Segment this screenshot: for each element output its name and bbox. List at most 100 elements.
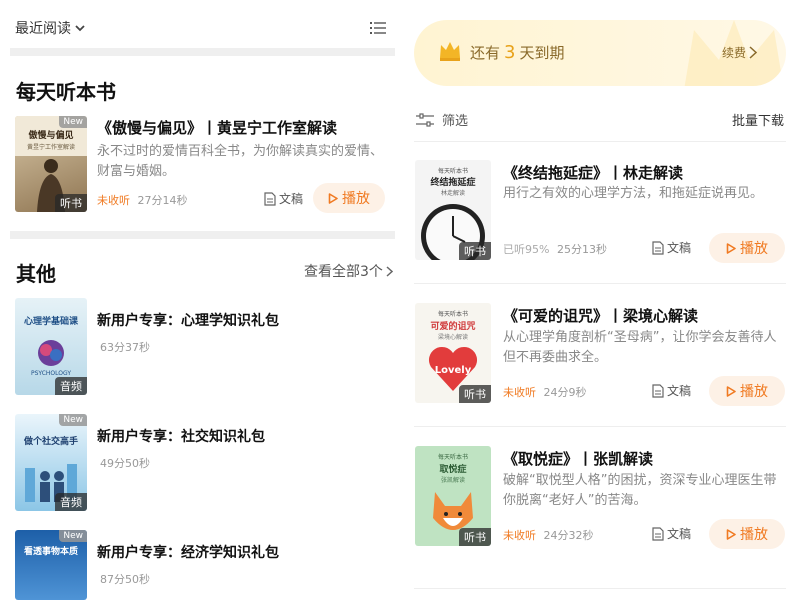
book-duration: 24分32秒 bbox=[543, 529, 594, 542]
cover-title: 终结拖延症 bbox=[430, 178, 476, 188]
row-divider bbox=[414, 283, 786, 284]
document-icon bbox=[652, 383, 664, 398]
pack-duration: 87分50秒 bbox=[100, 573, 150, 586]
book-description: 从心理学角度剖析“圣母病”，让你学会友善待人但不再委曲求全。 bbox=[503, 330, 777, 365]
pack-duration: 63分37秒 bbox=[100, 341, 150, 354]
listen-badge: 听书 bbox=[459, 385, 491, 403]
listen-badge: 听书 bbox=[55, 194, 87, 212]
listen-status: 未收听 bbox=[503, 386, 536, 399]
membership-card[interactable]: 还有 3 天到期 续费 bbox=[414, 20, 786, 86]
transcript-button[interactable]: 文稿 bbox=[652, 239, 691, 256]
book-description: 永不过时的爱情百科全书，为你解读真实的爱情、财富与婚姻。 bbox=[97, 144, 384, 179]
pack-cover[interactable]: 看透事物本质 New bbox=[15, 530, 87, 600]
right-panel: 还有 3 天到期 续费 筛选 批量下载 每天听本书 终结拖延症 林走解读 听书 《终… bbox=[400, 0, 800, 600]
book-meta: 未收听 24分9秒 bbox=[503, 384, 587, 400]
recent-reading-dropdown[interactable]: 最近阅读 bbox=[15, 18, 85, 38]
book-title[interactable]: 《傲慢与偏见》丨黄昱宁工作室解读 bbox=[97, 117, 337, 138]
book-title[interactable]: 《取悦症》丨张凯解读 bbox=[503, 448, 653, 469]
transcript-button[interactable]: 文稿 bbox=[652, 382, 691, 399]
play-icon bbox=[726, 528, 736, 540]
pack-title[interactable]: 新用户专享：心理学知识礼包 bbox=[97, 310, 279, 330]
pack-cover[interactable]: 心理学基础课 PSYCHOLOGY 音频 bbox=[15, 298, 87, 395]
pack-title[interactable]: 新用户专享：社交知识礼包 bbox=[97, 426, 265, 446]
new-badge: New bbox=[59, 116, 87, 128]
row-divider bbox=[414, 426, 786, 427]
batch-download-button[interactable]: 批量下载 bbox=[732, 110, 784, 129]
listen-status: 未收听 bbox=[503, 529, 536, 542]
play-label: 播放 bbox=[740, 384, 768, 400]
pack-cover[interactable]: 做个社交高手 New 音频 bbox=[15, 414, 87, 511]
cover-title: 可爱的诅咒 bbox=[430, 322, 476, 332]
book-cover[interactable]: 傲慢与偏见 黄昱宁工作室解读 New 听书 bbox=[15, 116, 87, 212]
listen-badge: 听书 bbox=[459, 528, 491, 546]
cover-word: Lovely bbox=[434, 365, 472, 376]
book-duration: 24分9秒 bbox=[543, 386, 587, 399]
book-duration: 25分13秒 bbox=[556, 243, 607, 256]
chevron-down-icon bbox=[75, 25, 85, 32]
cover-subtitle: 张凯解读 bbox=[440, 477, 465, 484]
section-divider bbox=[10, 231, 395, 239]
list-view-icon[interactable] bbox=[370, 20, 386, 36]
expiry-days: 3 bbox=[504, 42, 516, 63]
play-button[interactable]: 播放 bbox=[313, 183, 385, 213]
listen-status: 未收听 bbox=[97, 194, 130, 207]
pack-title[interactable]: 新用户专享：经济学知识礼包 bbox=[97, 542, 279, 562]
cover-header: 每天听本书 bbox=[437, 454, 468, 461]
transcript-button[interactable]: 文稿 bbox=[264, 190, 303, 207]
cover-subtitle: 黄昱宁工作室解读 bbox=[26, 144, 75, 151]
left-panel: 最近阅读 每天听本书 傲慢与偏见 黄昱宁工作室解读 New 听书 《傲慢与偏见》… bbox=[0, 0, 400, 600]
cover-subtitle: PSYCHOLOGY bbox=[30, 370, 72, 377]
expiry-suffix: 天到期 bbox=[519, 44, 565, 62]
book-meta: 已听95% 25分13秒 bbox=[503, 241, 607, 257]
book-description: 用行之有效的心理学方法，和拖延症说再见。 bbox=[503, 186, 764, 201]
cover-header: 每天听本书 bbox=[437, 311, 468, 318]
new-badge: New bbox=[59, 414, 87, 426]
book-cover[interactable]: 每天听本书 可爱的诅咒 梁境心解读 Lovely 听书 bbox=[415, 303, 491, 403]
play-icon bbox=[726, 385, 736, 397]
expiry-text: 还有 3 天到期 bbox=[470, 42, 564, 63]
play-label: 播放 bbox=[342, 191, 370, 207]
cover-subtitle: 林走解读 bbox=[440, 190, 465, 197]
filter-button[interactable]: 筛选 bbox=[416, 110, 468, 129]
transcript-label: 文稿 bbox=[667, 527, 692, 541]
cover-header: 每天听本书 bbox=[437, 168, 468, 175]
book-duration: 27分14秒 bbox=[137, 194, 188, 207]
chevron-right-icon bbox=[749, 46, 758, 59]
section-title-daily: 每天听本书 bbox=[16, 80, 116, 104]
filter-sliders-icon bbox=[416, 112, 434, 127]
filter-label: 筛选 bbox=[442, 114, 469, 129]
cover-subtitle: 梁境心解读 bbox=[437, 334, 468, 341]
play-label: 播放 bbox=[740, 241, 768, 257]
book-cover[interactable]: 每天听本书 取悦症 张凯解读 听书 bbox=[415, 446, 491, 546]
renew-button[interactable]: 续费 bbox=[722, 44, 758, 61]
chevron-right-icon bbox=[386, 265, 393, 277]
view-all-label: 查看全部3个 bbox=[304, 264, 383, 280]
play-button[interactable]: 播放 bbox=[709, 233, 785, 263]
play-button[interactable]: 播放 bbox=[709, 376, 785, 406]
new-badge: New bbox=[59, 530, 87, 542]
transcript-label: 文稿 bbox=[279, 192, 304, 206]
transcript-button[interactable]: 文稿 bbox=[652, 525, 691, 542]
book-description: 破解“取悦型人格”的困扰，资深专业心理医生带你脱离“老好人”的苦海。 bbox=[503, 473, 777, 508]
cover-title: 傲慢与偏见 bbox=[28, 131, 74, 141]
play-icon bbox=[328, 192, 338, 204]
book-cover[interactable]: 每天听本书 终结拖延症 林走解读 听书 bbox=[415, 160, 491, 260]
listen-status: 已听95% bbox=[503, 243, 550, 256]
play-label: 播放 bbox=[740, 527, 768, 543]
transcript-label: 文稿 bbox=[667, 384, 692, 398]
book-title[interactable]: 《可爱的诅咒》丨梁境心解读 bbox=[503, 305, 698, 326]
play-button[interactable]: 播放 bbox=[709, 519, 785, 549]
view-all-link[interactable]: 查看全部3个 bbox=[304, 261, 393, 281]
row-divider bbox=[414, 141, 786, 142]
renew-label: 续费 bbox=[722, 46, 747, 60]
cover-title: 取悦症 bbox=[439, 465, 467, 475]
document-icon bbox=[264, 191, 276, 206]
document-icon bbox=[652, 240, 664, 255]
book-meta: 未收听 24分32秒 bbox=[503, 527, 594, 543]
book-title[interactable]: 《终结拖延症》丨林走解读 bbox=[503, 162, 683, 183]
document-icon bbox=[652, 526, 664, 541]
row-divider bbox=[414, 588, 786, 589]
cover-title: 看透事物本质 bbox=[23, 547, 78, 557]
cover-title: 心理学基础课 bbox=[23, 317, 78, 327]
pack-duration: 49分50秒 bbox=[100, 457, 150, 470]
